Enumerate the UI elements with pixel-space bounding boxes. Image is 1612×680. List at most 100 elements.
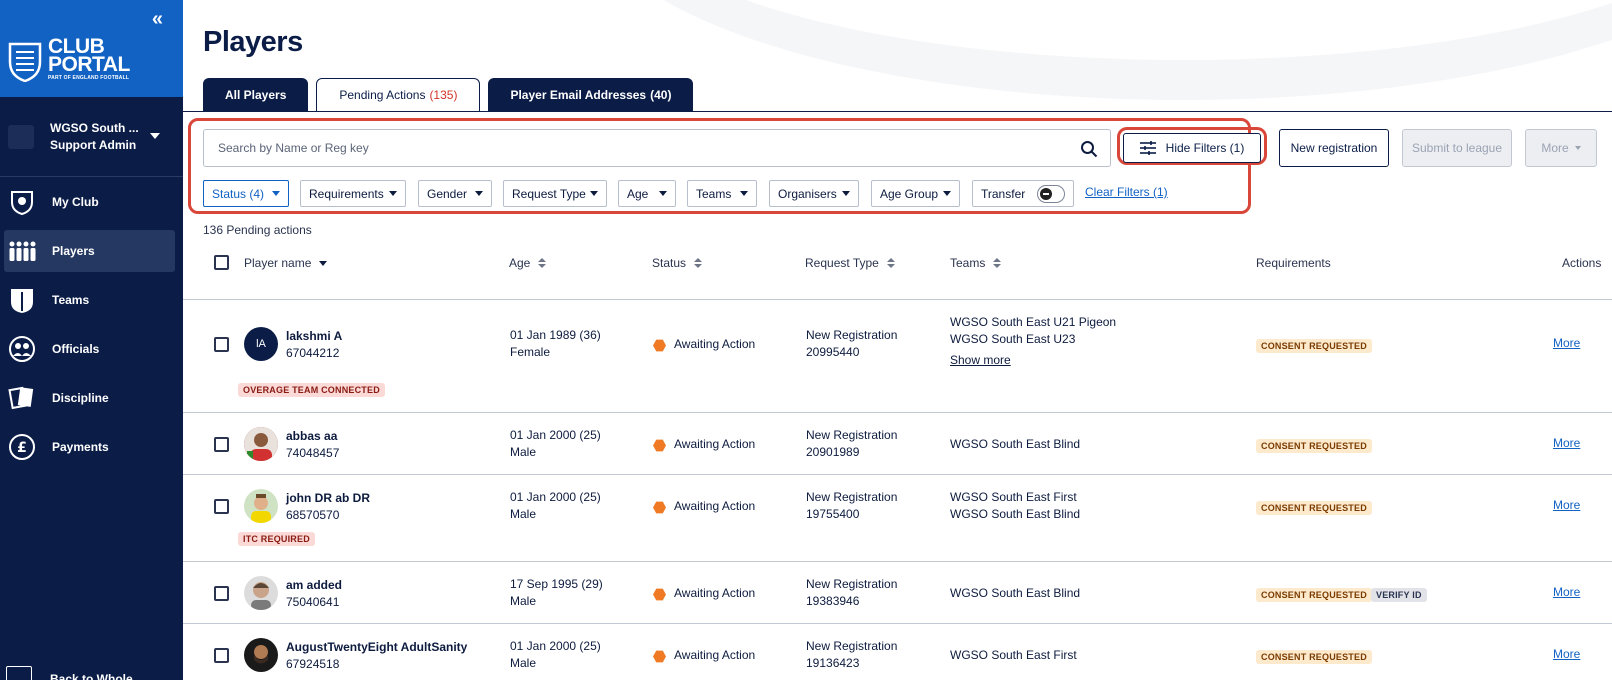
column-age[interactable]: Age (509, 256, 547, 270)
avatar (244, 576, 278, 610)
show-more-link[interactable]: Show more (950, 352, 1116, 369)
tab-bar: All Players Pending Actions (135) Player … (203, 78, 701, 112)
select-all-checkbox[interactable] (214, 255, 229, 270)
org-name: WGSO South ... (50, 121, 139, 135)
sidebar-item-teams[interactable]: Teams (4, 279, 175, 321)
chevron-down-icon (842, 191, 850, 196)
tab-count: (135) (429, 88, 458, 102)
row-checkbox[interactable] (214, 437, 229, 452)
player-name[interactable]: john DR ab DR (286, 491, 370, 505)
shield-icon (8, 188, 36, 216)
filter-transfer[interactable]: Transfer (972, 180, 1074, 207)
toggle-knob (1040, 187, 1053, 200)
player-reg: 68570570 (286, 508, 340, 522)
page-title: Players (203, 26, 303, 58)
more-dropdown-button[interactable]: More (1525, 129, 1597, 167)
teams-cell: WGSO South East First (950, 648, 1077, 662)
player-age: 01 Jan 2000 (25) Male (510, 428, 601, 459)
sidebar-item-label: Players (52, 244, 95, 258)
filter-teams[interactable]: Teams (687, 180, 757, 207)
row-more-link[interactable]: More (1553, 498, 1580, 512)
player-reg: 74048457 (286, 446, 340, 460)
row-checkbox[interactable] (214, 499, 229, 514)
sort-icon (694, 258, 703, 268)
player-name[interactable]: lakshmi A (286, 329, 342, 343)
row-more-link[interactable]: More (1553, 436, 1580, 450)
table-row: AugustTwentyEight AdultSanity 67924518 0… (183, 624, 1612, 680)
tabs-divider (183, 111, 1612, 112)
brand-logo: CLUB PORTAL (48, 35, 130, 76)
sidebar-item-players[interactable]: Players (4, 230, 175, 272)
search-icon[interactable] (1080, 140, 1098, 158)
consent-requested-badge: CONSENT REQUESTED (1256, 650, 1372, 664)
status-text: Awaiting Action (674, 337, 756, 351)
new-registration-button[interactable]: New registration (1279, 129, 1389, 167)
filter-requirements[interactable]: Requirements (300, 180, 406, 207)
column-request-type[interactable]: Request Type (805, 256, 895, 270)
filter-request-type[interactable]: Request Type (503, 180, 607, 207)
sort-desc-icon (319, 260, 328, 266)
tab-count: (40) (650, 88, 672, 102)
chevron-down-icon (1574, 146, 1581, 150)
sidebar-item-officials[interactable]: Officials (4, 328, 175, 370)
sidebar-item-payments[interactable]: £ Payments (4, 426, 175, 468)
sidebar: « CLUB PORTAL PART OF ENGLAND FOOTBALL W… (0, 0, 183, 680)
player-age: 01 Jan 2000 (25) Male (510, 639, 601, 670)
request-type: New Registration 19136423 (806, 639, 898, 670)
column-status[interactable]: Status (652, 256, 703, 270)
request-type: New Registration 19383946 (806, 577, 898, 608)
search-input[interactable] (204, 130, 1054, 166)
filter-organisers[interactable]: Organisers (769, 180, 859, 207)
player-name[interactable]: am added (286, 578, 342, 592)
row-checkbox[interactable] (214, 648, 229, 663)
filter-status[interactable]: Status (4) (203, 180, 289, 207)
transfer-toggle[interactable] (1037, 184, 1065, 203)
column-teams[interactable]: Teams (950, 256, 1002, 270)
verify-id-badge: VERIFY ID (1371, 588, 1427, 602)
player-age: 01 Jan 2000 (25) Male (510, 490, 601, 521)
submit-to-league-button[interactable]: Submit to league (1402, 129, 1512, 167)
org-badge (8, 125, 34, 149)
back-to-whole-link[interactable]: Back to Whole (50, 672, 133, 680)
avatar (244, 427, 278, 461)
chevron-down-icon[interactable] (150, 133, 160, 139)
teams-cell: WGSO South East First WGSO South East Bli… (950, 490, 1081, 521)
hide-filters-button[interactable]: Hide Filters (1) (1123, 133, 1261, 163)
column-player-name[interactable]: Player name (244, 256, 328, 270)
player-reg: 67044212 (286, 346, 340, 360)
filter-age[interactable]: Age (618, 180, 676, 207)
sidebar-item-label: My Club (52, 195, 99, 209)
tab-all-players[interactable]: All Players (203, 78, 309, 112)
player-name[interactable]: abbas aa (286, 429, 337, 443)
row-more-link[interactable]: More (1553, 585, 1580, 599)
row-checkbox[interactable] (214, 337, 229, 352)
request-type: New Registration 20995440 (806, 328, 898, 359)
status-text: Awaiting Action (674, 648, 756, 662)
player-name[interactable]: AugustTwentyEight AdultSanity (286, 640, 467, 654)
chevron-down-icon (272, 191, 280, 196)
org-selector[interactable]: WGSO South ... Support Admin (0, 97, 183, 177)
avatar (244, 489, 278, 523)
sidebar-item-my-club[interactable]: My Club (4, 181, 175, 223)
consent-requested-badge: CONSENT REQUESTED (1256, 339, 1372, 353)
row-more-link[interactable]: More (1553, 647, 1580, 661)
players-icon (8, 237, 36, 265)
crest-logo-icon (8, 42, 42, 82)
row-more-link[interactable]: More (1553, 336, 1580, 350)
clear-filters-link[interactable]: Clear Filters (1) (1085, 185, 1168, 199)
filter-gender[interactable]: Gender (418, 180, 492, 207)
background-decoration (583, 0, 1612, 100)
filter-age-group[interactable]: Age Group (871, 180, 960, 207)
status-hexagon-icon (653, 501, 666, 514)
teams-cell: WGSO South East Blind (950, 586, 1081, 600)
officials-icon (8, 335, 36, 363)
tab-pending-actions[interactable]: Pending Actions (135) (316, 78, 481, 112)
collapse-sidebar-icon[interactable]: « (152, 8, 163, 31)
cards-icon (8, 384, 36, 412)
player-age: 01 Jan 1989 (36) Female (510, 328, 601, 359)
row-checkbox[interactable] (214, 586, 229, 601)
sidebar-item-discipline[interactable]: Discipline (4, 377, 175, 419)
tab-player-email-addresses[interactable]: Player Email Addresses (40) (488, 78, 694, 112)
sliders-icon (1139, 141, 1156, 155)
sort-icon (538, 258, 547, 268)
